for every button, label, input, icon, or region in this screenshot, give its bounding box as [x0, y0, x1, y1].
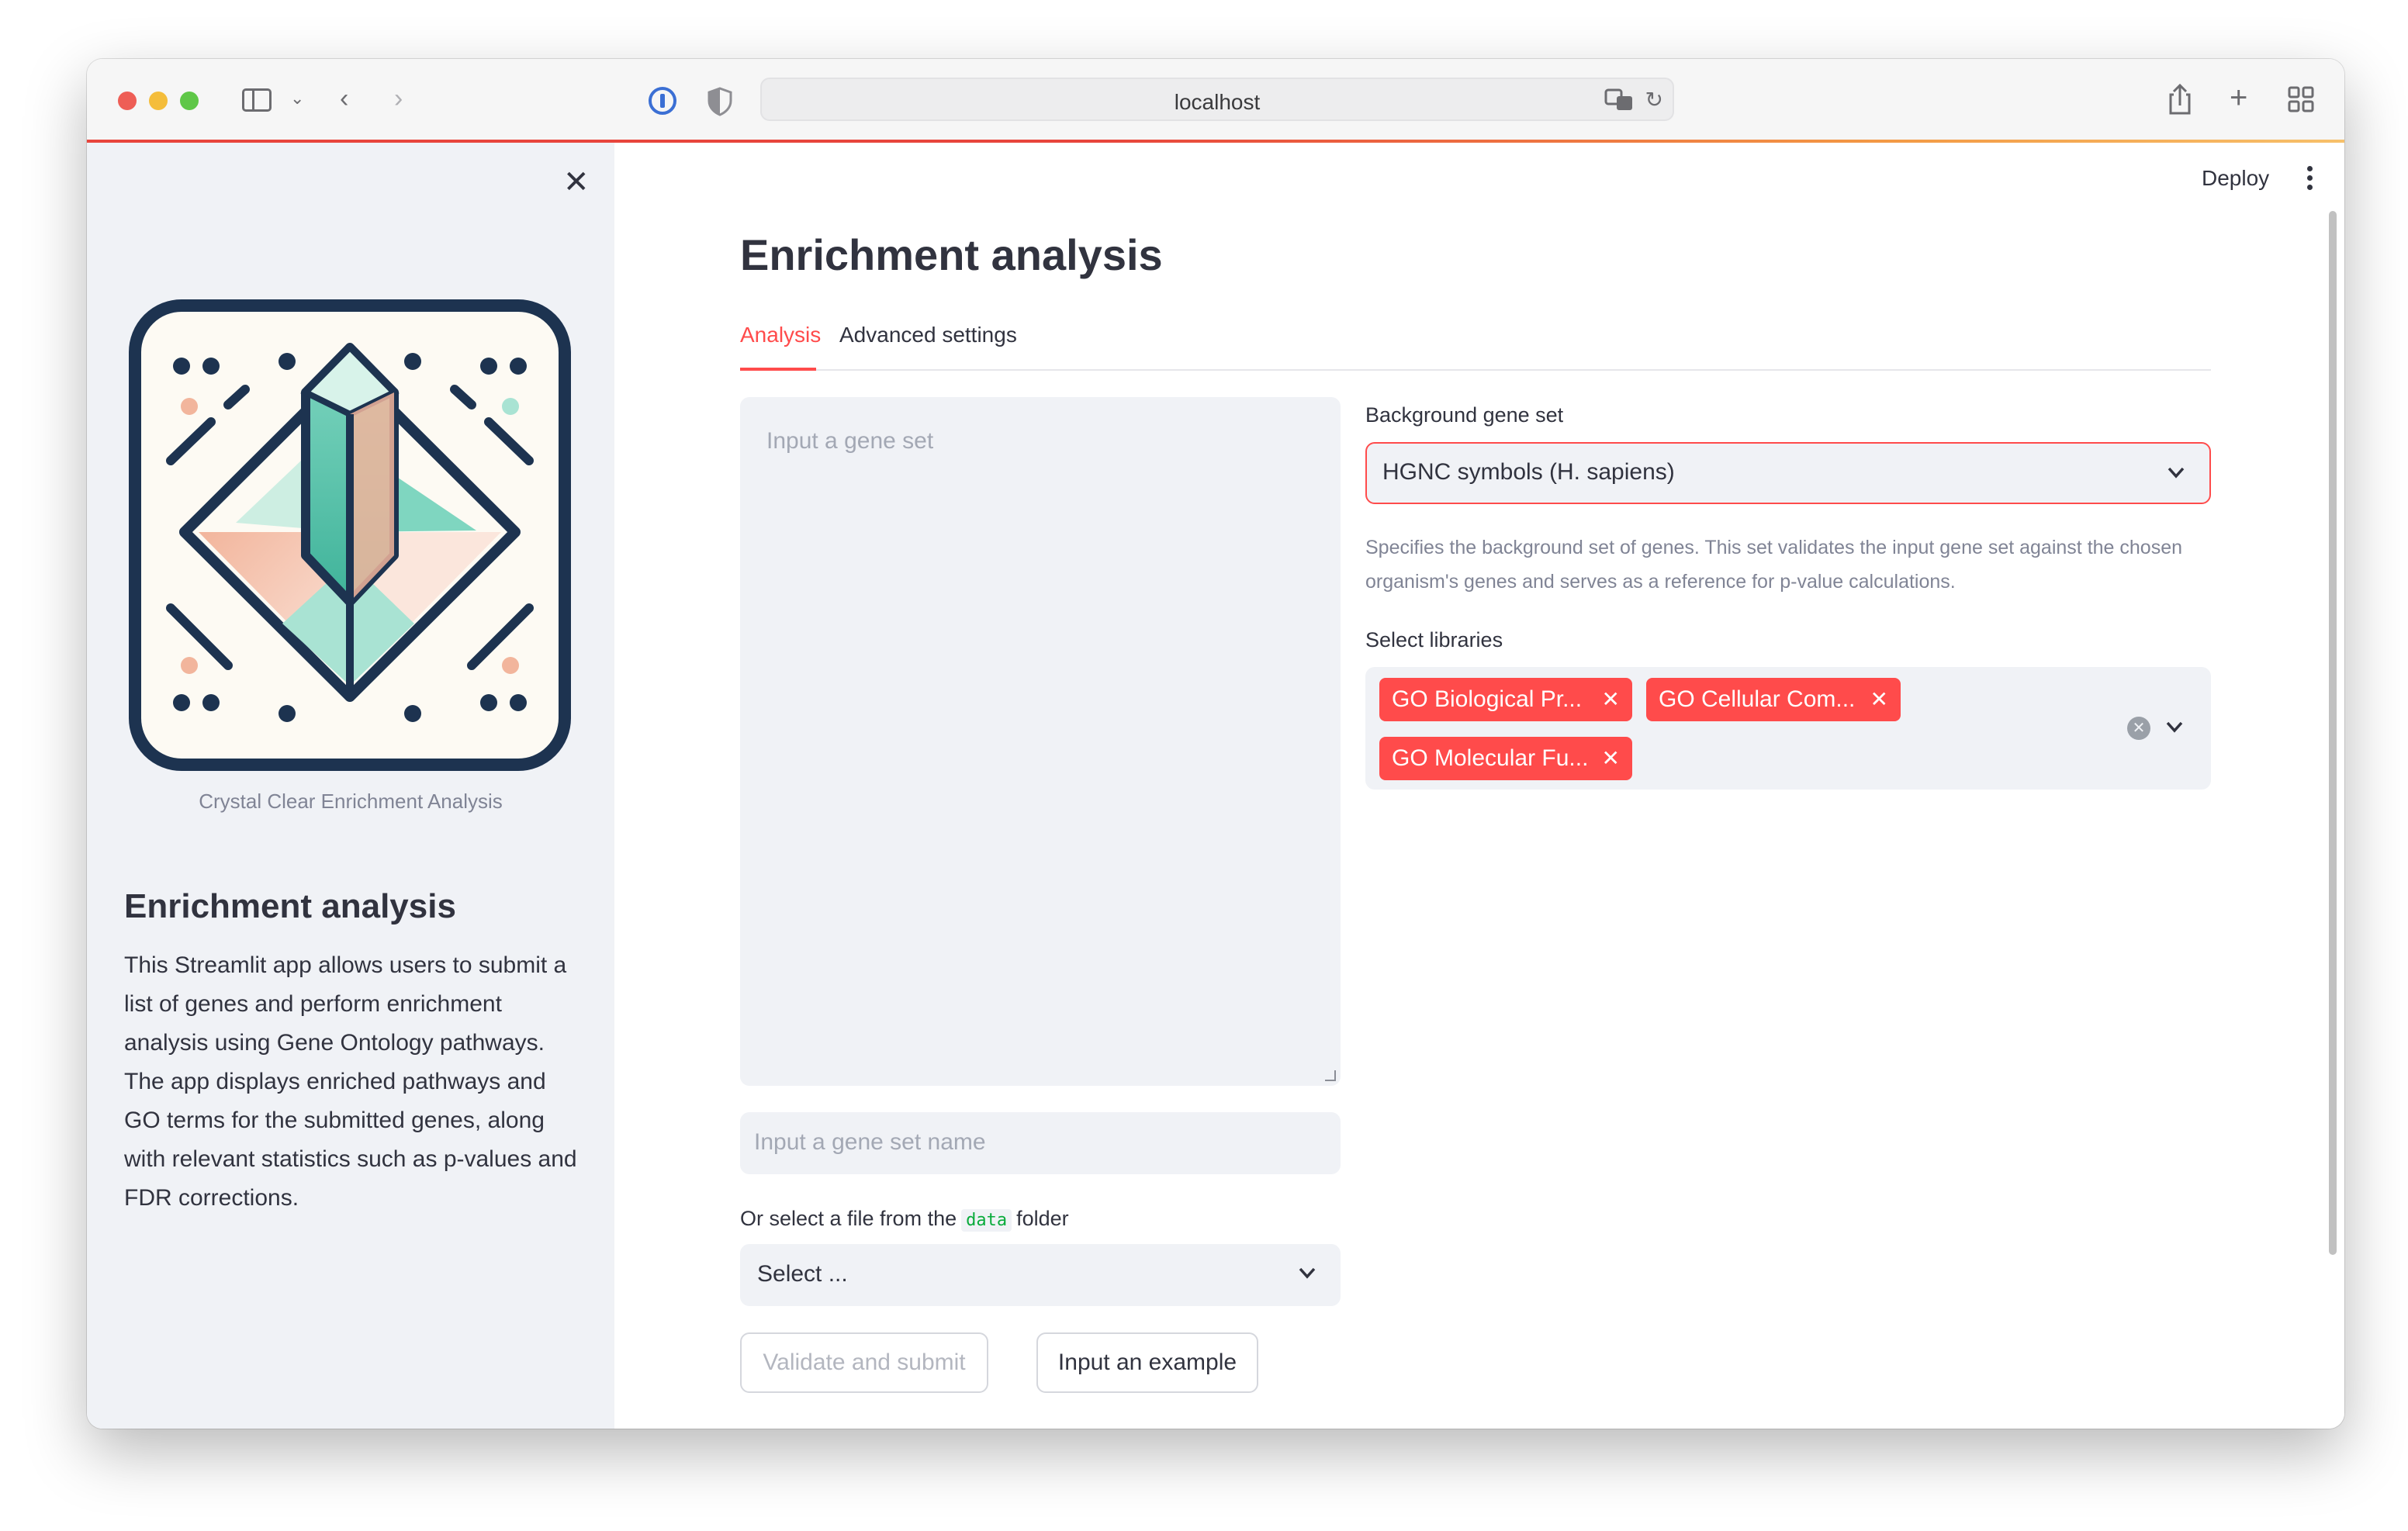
tab-analysis[interactable]: Analysis [740, 323, 821, 347]
more-options-icon[interactable] [2307, 166, 2313, 194]
library-chip[interactable]: GO Molecular Fu... ✕ [1379, 737, 1632, 780]
crystal-logo [129, 299, 571, 771]
logo-caption: Crystal Clear Enrichment Analysis [199, 790, 503, 813]
clear-all-icon[interactable]: ✕ [2127, 717, 2150, 740]
file-select-label: Or select a file from the data folder [740, 1207, 1069, 1232]
remove-chip-icon[interactable]: ✕ [1602, 737, 1620, 780]
new-tab-icon[interactable]: + [2230, 82, 2247, 113]
background-help-text: Specifies the background set of genes. T… [1365, 537, 2183, 593]
library-chip-label: GO Cellular Com... [1659, 686, 1856, 712]
chevron-down-icon[interactable] [2164, 720, 2185, 735]
library-chip[interactable]: GO Biological Pr... ✕ [1379, 678, 1632, 721]
active-tab-indicator [740, 368, 816, 371]
library-chip[interactable]: GO Cellular Com... ✕ [1646, 678, 1901, 721]
chevron-down-icon[interactable]: ⌄ [290, 90, 304, 107]
page-title: Enrichment analysis [740, 230, 1163, 279]
sidebar-toggle-icon[interactable] [242, 88, 272, 112]
background-gene-set-select[interactable]: HGNC symbols (H. sapiens) [1365, 442, 2211, 504]
resize-handle-icon[interactable] [1325, 1070, 1336, 1081]
gene-set-name-placeholder: Input a gene set name [754, 1129, 986, 1155]
validate-submit-button[interactable]: Validate and submit [740, 1332, 988, 1393]
background-gene-set-label: Background gene set [1365, 403, 1564, 427]
forward-arrow-icon[interactable]: › [394, 85, 403, 112]
gene-set-placeholder: Input a gene set [766, 428, 934, 454]
file-select-label-suffix: folder [1016, 1207, 1069, 1230]
chevron-down-icon [2168, 467, 2185, 479]
library-chip-label: GO Biological Pr... [1392, 686, 1583, 712]
file-select-label-prefix: Or select a file from the [740, 1207, 957, 1230]
minimize-window-button[interactable] [149, 92, 168, 110]
main-scrollbar[interactable] [2329, 211, 2337, 1255]
background-gene-set-value: HGNC symbols (H. sapiens) [1382, 459, 1675, 485]
share-icon[interactable] [2166, 82, 2194, 116]
tab-overview-icon[interactable] [2287, 85, 2315, 113]
close-window-button[interactable] [118, 92, 137, 110]
address-bar[interactable]: localhost ↻ [760, 78, 1674, 121]
reload-icon[interactable]: ↻ [1645, 87, 1663, 112]
back-arrow-icon[interactable]: ‹ [340, 85, 348, 112]
library-chip-label: GO Molecular Fu... [1392, 745, 1589, 771]
sidebar: ✕ Crystal Clear Enrichment Analysis Enri… [87, 143, 614, 1429]
remove-chip-icon[interactable]: ✕ [1602, 678, 1620, 721]
file-select-value: Select ... [757, 1261, 848, 1287]
input-example-button[interactable]: Input an example [1036, 1332, 1258, 1393]
data-folder-code: data [961, 1209, 1012, 1232]
sidebar-title: Enrichment analysis [124, 887, 456, 925]
gene-set-textarea[interactable]: Input a gene set [740, 397, 1341, 1086]
browser-toolbar: ⌄ ‹ › localhost ↻ + [87, 59, 2344, 141]
password-manager-icon[interactable] [647, 85, 678, 116]
close-sidebar-icon[interactable]: ✕ [563, 164, 590, 200]
deploy-button[interactable]: Deploy [2202, 166, 2269, 191]
sidebar-description: This Streamlit app allows users to submi… [124, 952, 577, 1211]
translate-icon[interactable] [1604, 87, 1635, 112]
select-libraries-label: Select libraries [1365, 628, 1503, 651]
shield-icon[interactable] [706, 85, 734, 116]
remove-chip-icon[interactable]: ✕ [1870, 678, 1888, 721]
gene-set-name-input[interactable]: Input a gene set name [740, 1112, 1341, 1174]
zoom-window-button[interactable] [180, 92, 199, 110]
tab-bar: Analysis Advanced settings [740, 323, 2211, 371]
libraries-multiselect[interactable]: GO Biological Pr... ✕ GO Cellular Com...… [1365, 667, 2211, 790]
file-select-dropdown[interactable]: Select ... [740, 1244, 1341, 1306]
tab-advanced-settings[interactable]: Advanced settings [839, 323, 1017, 347]
address-text: localhost [1174, 90, 1261, 114]
chevron-down-icon [1299, 1267, 1316, 1279]
